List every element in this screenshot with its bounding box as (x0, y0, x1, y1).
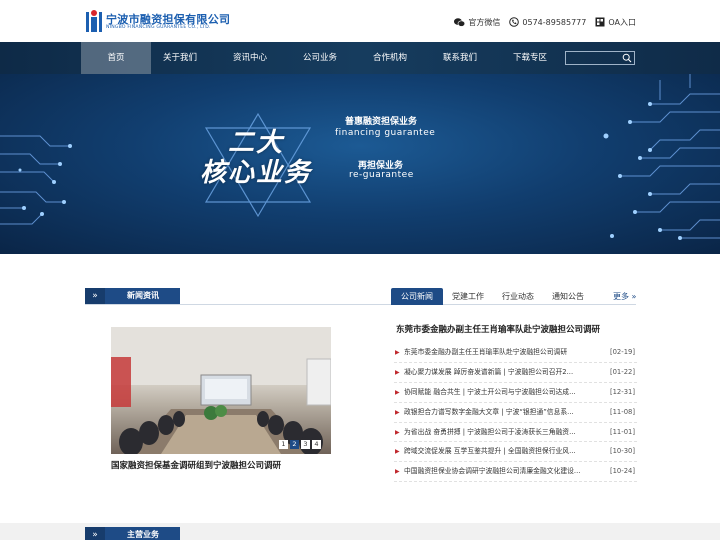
banner-headline-line2: 核心业务 (200, 158, 313, 188)
tab-party-building[interactable]: 党建工作 (443, 288, 493, 305)
tab-notices[interactable]: 通知公告 (543, 288, 593, 305)
bullet-arrow-icon: ▶ (395, 448, 400, 456)
meeting-photo-icon (111, 327, 331, 454)
search-box (565, 51, 635, 72)
nav-item-about[interactable]: 关于我们 (145, 42, 215, 74)
nav-item-downloads[interactable]: 下载专区 (495, 42, 565, 74)
list-item-date: [11-01] (609, 427, 635, 436)
banner-service1-en: financing guarantee (335, 128, 436, 138)
pager-dot[interactable]: 3 (301, 440, 310, 449)
banner-service2-en: re-guarantee (349, 170, 414, 180)
list-item[interactable]: ▶ 凝心聚力谋发展 踔厉奋发谱新篇 | 宁波融担公司召开2... [01-22] (394, 363, 637, 383)
list-item-date: [10-30] (609, 447, 635, 456)
bullet-arrow-icon: ▶ (395, 388, 400, 396)
featured-news-caption[interactable]: 国家融资担保基金调研组到宁波融担公司调研 (111, 459, 281, 471)
news-section-title-text: 新闻资讯 (127, 291, 159, 300)
list-item[interactable]: ▶ 中国融资担保业协会调研宁波融担公司清廉金融文化建设... [10-24] (394, 462, 637, 483)
wechat-link[interactable]: 官方微信 (454, 17, 500, 28)
bullet-arrow-icon: ▶ (395, 408, 400, 416)
nav-item-partners[interactable]: 合作机构 (355, 42, 425, 74)
phone-info: 0574-89585777 (509, 17, 586, 27)
phone-number: 0574-89585777 (522, 17, 587, 27)
nav-item-contact[interactable]: 联系我们 (425, 42, 495, 74)
news-headline[interactable]: 东莞市委金融办副主任王肖瑜率队赴宁波融担公司调研 (396, 323, 600, 335)
tab-company-news[interactable]: 公司新闻 (391, 288, 443, 305)
logo-english-name: NINGBO FINANCING GUARANTEE CO., LTD. (106, 25, 211, 30)
wechat-label: 官方微信 (468, 17, 501, 27)
bullet-arrow-icon: ▶ (395, 368, 400, 376)
list-item[interactable]: ▶ 跨域交流促发展 互学互鉴共提升 | 全国融资担保行业风... [10-30] (394, 442, 637, 463)
tab-industry-news[interactable]: 行业动态 (493, 288, 543, 305)
pager-dot[interactable]: 4 (312, 440, 321, 449)
list-item-date: [01-22] (609, 367, 635, 376)
oa-label: OA入口 (608, 17, 636, 27)
list-item-date: [02-19] (609, 348, 635, 356)
main-nav: 首页 关于我们 资讯中心 公司业务 合作机构 联系我们 下载专区 (0, 42, 720, 74)
double-chevron-right-icon: » (85, 527, 105, 540)
hero-banner[interactable]: 二大 核心业务 普惠融资担保业务 financing guarantee 再担保… (0, 74, 720, 254)
search-icon[interactable] (622, 53, 632, 63)
list-item[interactable]: ▶ 为省出战 奋勇拼搏 | 宁波融担公司于凌涛获长三角融资... [11-01] (394, 423, 637, 443)
banner-service1-cn: 普惠融资担保业务 (345, 117, 418, 127)
nav-item-news-center[interactable]: 资讯中心 (215, 42, 285, 74)
business-section-title: » 主营业务 (85, 527, 180, 540)
oa-entry-link[interactable]: OA入口 (595, 17, 636, 28)
list-item-title: 东莞市委金融办副主任王肖瑜率队赴宁波融担公司调研 (404, 348, 568, 356)
list-item-title: 政银担合力谱写数字金融大文章 | 宁波“银担通”信息系... (404, 407, 574, 416)
list-item-date: [10-24] (609, 467, 635, 476)
news-section-title: » 新闻资讯 (85, 288, 180, 304)
list-item-date: [11-08] (609, 407, 635, 416)
list-item-title: 为省出战 奋勇拼搏 | 宁波融担公司于凌涛获长三角融资... (404, 427, 576, 436)
pager-dot[interactable]: 1 (279, 440, 288, 449)
wechat-icon (454, 17, 466, 27)
news-list: ▶ 东莞市委金融办副主任王肖瑜率队赴宁波融担公司调研 [02-19] ▶ 凝心聚… (394, 343, 637, 483)
list-item[interactable]: ▶ 政银担合力谱写数字金融大文章 | 宁波“银担通”信息系... [11-08] (394, 403, 637, 423)
list-item-date: [12-31] (609, 387, 635, 396)
nav-item-business[interactable]: 公司业务 (285, 42, 355, 74)
list-item[interactable]: ▶ 东莞市委金融办副主任王肖瑜率队赴宁波融担公司调研 [02-19] (394, 343, 637, 363)
site-header: 宁波市融资担保有限公司 NINGBO FINANCING GUARANTEE C… (0, 0, 720, 42)
bullet-arrow-icon: ▶ (395, 468, 400, 476)
double-chevron-right-icon: » (85, 288, 105, 304)
business-section-title-text: 主营业务 (127, 530, 159, 539)
site-logo[interactable]: 宁波市融资担保有限公司 NINGBO FINANCING GUARANTEE C… (86, 9, 230, 35)
pager-dot-current[interactable]: 2 (290, 440, 299, 449)
more-link[interactable]: 更多 » (613, 291, 636, 302)
banner-headline-line1: 二大 (228, 128, 285, 158)
list-item-title: 中国融资担保业协会调研宁波融担公司清廉金融文化建设... (404, 467, 580, 476)
logo-mark-icon (86, 10, 102, 32)
featured-news-image[interactable]: 1 2 3 4 (111, 327, 331, 454)
slider-pager: 1 2 3 4 (277, 440, 321, 449)
bullet-arrow-icon: ▶ (395, 428, 400, 436)
nav-item-home[interactable]: 首页 (81, 42, 151, 74)
search-input[interactable] (566, 59, 622, 72)
list-item-title: 凝心聚力谋发展 踔厉奋发谱新篇 | 宁波融担公司召开2... (404, 367, 574, 376)
list-item-title: 跨域交流促发展 互学互鉴共提升 | 全国融资担保行业风... (404, 447, 576, 456)
bullet-arrow-icon: ▶ (395, 349, 400, 356)
banner-headline: 二大 核心业务 (200, 128, 312, 188)
list-item-title: 协同赋能 融合共生 | 宁波土开公司与宁波融担公司达成... (404, 387, 576, 396)
phone-icon (509, 17, 520, 27)
oa-icon (595, 17, 605, 27)
list-item[interactable]: ▶ 协同赋能 融合共生 | 宁波土开公司与宁波融担公司达成... [12-31] (394, 383, 637, 403)
header-utilities: 官方微信 0574-89585777 OA入口 (445, 15, 636, 29)
